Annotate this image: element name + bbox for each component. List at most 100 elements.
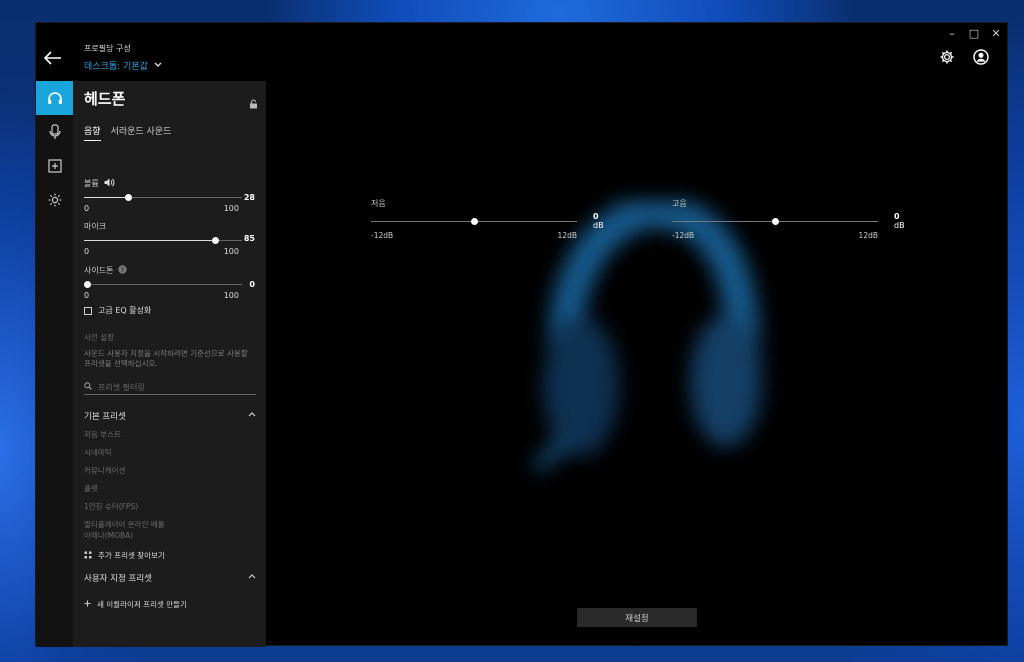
- svg-text:?: ?: [121, 266, 124, 274]
- bass-unit: dB: [593, 221, 604, 230]
- sidetone-label: 사이드톤: [84, 266, 114, 275]
- sun-icon: [48, 193, 61, 207]
- panel-tabs: 음향 서라운드 사운드: [84, 124, 171, 141]
- bass-control: 저음 0 dB -12dB 12dB: [371, 198, 611, 240]
- maximize-button[interactable]: □: [963, 23, 985, 43]
- default-presets-label: 기본 프리셋: [84, 412, 126, 422]
- search-icon: [84, 382, 92, 392]
- browse-more-presets-label: 추가 프리셋 찾아보기: [98, 551, 165, 560]
- top-right-icons: [939, 49, 989, 65]
- treble-label: 고음: [672, 199, 687, 208]
- volume-slider-block: 볼륨 28 0 100: [84, 178, 255, 213]
- gear-icon[interactable]: [939, 49, 955, 65]
- treble-min: -12dB: [672, 231, 695, 240]
- bass-value: 0: [593, 212, 599, 221]
- mic-slider-knob[interactable]: [212, 237, 220, 244]
- tab-surround-sound[interactable]: 서라운드 사운드: [111, 124, 172, 141]
- back-arrow-icon[interactable]: [43, 50, 66, 70]
- rail-headphones[interactable]: [36, 81, 73, 115]
- ghub-window: – □ ✕ 프로필당 구성 데스크톱: 기본값 헤드폰 음향 서라운드 사운드 …: [35, 22, 1009, 647]
- rail-lighting[interactable]: [36, 183, 73, 217]
- create-eq-preset[interactable]: 새 이퀄라이저 프리셋 만들기: [84, 599, 187, 610]
- headphones-icon: [47, 92, 62, 104]
- treble-unit: dB: [894, 221, 905, 230]
- advanced-eq-label: 고급 EQ 활성화: [98, 306, 152, 315]
- profile-selector[interactable]: 데스크톱: 기본값: [84, 59, 162, 72]
- preset-item[interactable]: 플랫: [84, 483, 165, 501]
- bass-slider[interactable]: [371, 218, 577, 225]
- mic-min: 0: [84, 247, 90, 256]
- volume-label: 볼륨: [84, 179, 99, 188]
- mic-slider[interactable]: [84, 237, 242, 244]
- main-eq-area: 저음 0 dB -12dB 12dB 고음 0 dB -12dB 12dB 재설…: [266, 81, 1009, 647]
- speaker-icon: [104, 178, 115, 189]
- preset-filter-input[interactable]: 프리셋 필터링: [84, 380, 256, 395]
- treble-value-readout: 0 dB: [894, 212, 912, 230]
- bass-slider-knob[interactable]: [471, 218, 478, 225]
- volume-min: 0: [84, 204, 90, 213]
- lock-icon[interactable]: [249, 94, 258, 113]
- browse-more-presets[interactable]: 추가 프리셋 찾아보기: [84, 550, 165, 561]
- mic-max: 100: [223, 247, 239, 256]
- settings-panel: 헤드폰 음향 서라운드 사운드 볼륨 28 0 100 마이크 85 0 100…: [73, 81, 266, 647]
- profile-value: 데스크톱: 기본값: [84, 62, 148, 72]
- preset-item[interactable]: 저음 부스트: [84, 429, 165, 447]
- account-icon[interactable]: [973, 49, 989, 65]
- sidetone-min: 0: [84, 291, 90, 300]
- preset-item[interactable]: 커뮤니케이션: [84, 465, 165, 483]
- reset-button[interactable]: 재설정: [577, 608, 697, 627]
- treble-max: 12dB: [858, 231, 878, 240]
- custom-presets-header[interactable]: 사용자 지정 프리셋: [84, 572, 256, 584]
- grid-icon: [84, 551, 92, 561]
- preset-item[interactable]: 시네마틱: [84, 447, 165, 465]
- mic-slider-block: 마이크 85 0 100: [84, 221, 255, 256]
- rail-microphone[interactable]: [36, 115, 73, 149]
- plus-box-icon: [47, 159, 62, 173]
- bass-value-readout: 0 dB: [593, 212, 611, 230]
- microphone-icon: [48, 124, 61, 139]
- preset-item[interactable]: 아레나(MOBA): [84, 530, 165, 548]
- sidetone-value: 0: [249, 280, 255, 289]
- preset-item[interactable]: 멀티플레이어 온라인 배틀: [84, 519, 165, 530]
- presets-heading: 사전 설정: [84, 333, 114, 342]
- device-feature-rail: [36, 81, 73, 647]
- headset-image: [536, 201, 762, 476]
- treble-value: 0: [894, 212, 900, 221]
- help-icon[interactable]: ?: [118, 265, 128, 276]
- profile-label: 프로필당 구성: [84, 44, 131, 53]
- minimize-button[interactable]: –: [941, 23, 963, 43]
- chevron-down-icon: [154, 61, 162, 71]
- volume-value: 28: [243, 193, 255, 202]
- volume-slider[interactable]: [84, 194, 242, 201]
- panel-title: 헤드폰: [84, 90, 126, 108]
- chevron-up-icon: [248, 572, 256, 584]
- close-button[interactable]: ✕: [985, 23, 1007, 43]
- advanced-eq-checkbox[interactable]: [84, 306, 92, 315]
- treble-slider-knob[interactable]: [772, 218, 779, 225]
- mic-value: 85: [243, 234, 255, 243]
- bass-min: -12dB: [371, 231, 394, 240]
- treble-control: 고음 0 dB -12dB 12dB: [672, 198, 912, 240]
- bass-max: 12dB: [557, 231, 577, 240]
- sidetone-slider-block: 사이드톤 ? 0 0 100: [84, 265, 255, 300]
- sidetone-max: 100: [223, 291, 239, 300]
- custom-presets-label: 사용자 지정 프리셋: [84, 574, 152, 584]
- advanced-eq-toggle[interactable]: 고급 EQ 활성화: [84, 305, 151, 316]
- bass-label: 저음: [371, 199, 386, 208]
- rail-assignments[interactable]: [36, 149, 73, 183]
- preset-item[interactable]: 1인칭 슈터(FPS): [84, 501, 165, 519]
- window-controls: – □ ✕: [941, 23, 1007, 43]
- presets-description: 사운드 사용자 지정을 시작하려면 기준선으로 사용할 프리셋을 선택하십시오.: [84, 349, 248, 368]
- plus-icon: [84, 600, 91, 609]
- sidetone-slider-knob[interactable]: [84, 281, 92, 288]
- volume-max: 100: [223, 204, 239, 213]
- volume-slider-knob[interactable]: [125, 194, 133, 201]
- mic-label: 마이크: [84, 222, 107, 231]
- create-eq-preset-label: 새 이퀄라이저 프리셋 만들기: [97, 600, 187, 609]
- treble-slider[interactable]: [672, 218, 878, 225]
- preset-filter-placeholder: 프리셋 필터링: [98, 382, 145, 392]
- tab-equalizer[interactable]: 음향: [84, 124, 101, 141]
- sidetone-slider[interactable]: [84, 281, 242, 288]
- default-presets-list: 저음 부스트 시네마틱 커뮤니케이션 플랫 1인칭 슈터(FPS) 멀티플레이어…: [84, 429, 165, 548]
- default-presets-header[interactable]: 기본 프리셋: [84, 410, 256, 422]
